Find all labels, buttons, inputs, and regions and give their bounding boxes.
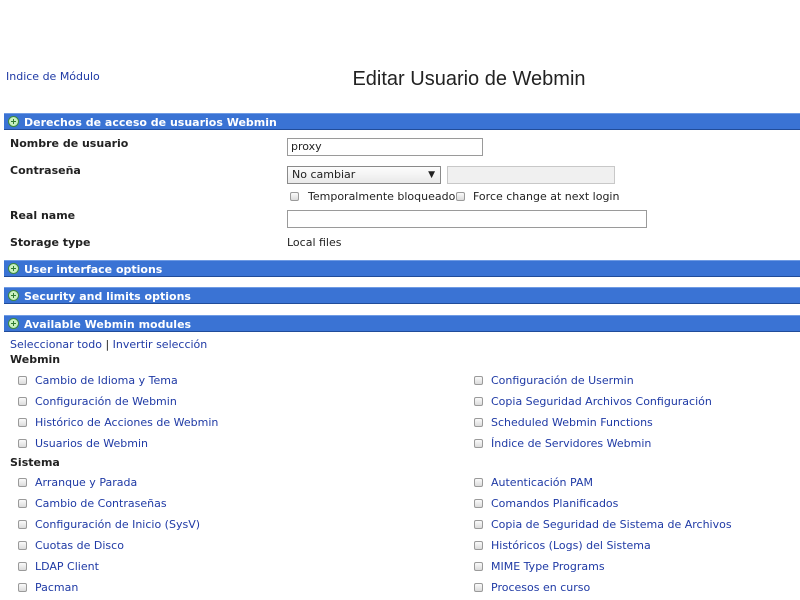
section-ui-options[interactable]: User interface options	[4, 260, 800, 277]
group-label-webmin: Webmin	[10, 353, 61, 366]
page-title-text: Editar Usuario de Webmin	[352, 68, 586, 90]
expand-icon[interactable]	[8, 290, 19, 301]
expand-icon[interactable]	[8, 116, 19, 127]
module-checkbox[interactable]	[18, 439, 27, 448]
select-all-link[interactable]: Seleccionar todo	[10, 338, 102, 351]
username-field[interactable]: proxy	[287, 138, 483, 156]
module-label: Usuarios de Webmin	[35, 437, 149, 450]
module-label: Pacman	[35, 581, 79, 594]
expand-icon[interactable]	[8, 318, 19, 329]
module-checkbox[interactable]	[18, 562, 27, 571]
module-checkbox[interactable]	[474, 418, 483, 427]
module-label: Arranque y Parada	[35, 476, 138, 489]
module-checkbox[interactable]	[18, 541, 27, 550]
module-label: Cambio de Contraseñas	[35, 497, 167, 510]
module-label: MIME Type Programs	[491, 560, 605, 573]
module-label: Configuración de Usermin	[491, 374, 634, 387]
realname-label: Real name	[10, 209, 76, 222]
module-checkbox[interactable]	[18, 583, 27, 592]
section-title: User interface options	[24, 263, 163, 276]
invert-selection-link[interactable]: Invertir selección	[113, 338, 208, 351]
module-label: Configuración de Webmin	[35, 395, 177, 408]
module-checkbox[interactable]	[18, 499, 27, 508]
module-checkbox[interactable]	[18, 376, 27, 385]
temp-locked-checkbox[interactable]	[290, 192, 299, 201]
selection-controls: Seleccionar todo | Invertir selección	[10, 338, 207, 351]
module-label: Histórico de Acciones de Webmin	[35, 416, 219, 429]
module-checkbox[interactable]	[474, 541, 483, 550]
module-checkbox[interactable]	[18, 520, 27, 529]
module-checkbox[interactable]	[18, 418, 27, 427]
password-label: Contraseña	[10, 164, 81, 177]
module-label: Cuotas de Disco	[35, 539, 124, 552]
force-change-label: Force change at next login	[473, 190, 620, 203]
page-title: Editar Usuario de Webmin	[0, 68, 800, 91]
force-change-checkbox[interactable]	[456, 192, 465, 201]
module-checkbox[interactable]	[474, 478, 483, 487]
module-label: Scheduled Webmin Functions	[491, 416, 653, 429]
module-label: Índice de Servidores Webmin	[491, 437, 652, 450]
username-label: Nombre de usuario	[10, 137, 129, 150]
storage-type-value: Local files	[287, 236, 342, 249]
module-label: LDAP Client	[35, 560, 99, 573]
temp-locked-label: Temporalmente bloqueado	[308, 190, 456, 203]
module-checkbox[interactable]	[474, 583, 483, 592]
module-label: Procesos en curso	[491, 581, 591, 594]
module-label: Comandos Planificados	[491, 497, 619, 510]
password-mode-value: No cambiar	[292, 168, 356, 181]
separator: |	[105, 338, 110, 351]
module-checkbox[interactable]	[474, 439, 483, 448]
storage-type-label: Storage type	[10, 236, 91, 249]
module-checkbox[interactable]	[18, 397, 27, 406]
module-checkbox[interactable]	[474, 562, 483, 571]
password-field	[447, 166, 615, 184]
section-title: Security and limits options	[24, 290, 191, 303]
module-checkbox[interactable]	[474, 376, 483, 385]
group-label-sistema: Sistema	[10, 456, 60, 469]
module-label: Autenticación PAM	[491, 476, 593, 489]
module-checkbox[interactable]	[474, 520, 483, 529]
module-checkbox[interactable]	[474, 499, 483, 508]
module-label: Configuración de Inicio (SysV)	[35, 518, 201, 531]
section-title: Available Webmin modules	[24, 318, 192, 331]
expand-icon[interactable]	[8, 263, 19, 274]
module-label: Copia Seguridad Archivos Configuración	[491, 395, 712, 408]
module-label: Cambio de Idioma y Tema	[35, 374, 178, 387]
password-mode-select[interactable]: No cambiar ▼	[287, 166, 441, 184]
module-checkbox[interactable]	[474, 397, 483, 406]
module-checkbox[interactable]	[18, 478, 27, 487]
realname-field[interactable]	[287, 210, 647, 228]
section-security-limits[interactable]: Security and limits options	[4, 287, 800, 304]
section-access-rights[interactable]: Derechos de acceso de usuarios Webmin	[4, 113, 800, 130]
module-label: Copia de Seguridad de Sistema de Archivo…	[491, 518, 732, 531]
chevron-down-icon: ▼	[428, 170, 435, 180]
module-label: Históricos (Logs) del Sistema	[491, 539, 651, 552]
section-available-modules[interactable]: Available Webmin modules	[4, 315, 800, 332]
section-title: Derechos de acceso de usuarios Webmin	[24, 116, 277, 129]
